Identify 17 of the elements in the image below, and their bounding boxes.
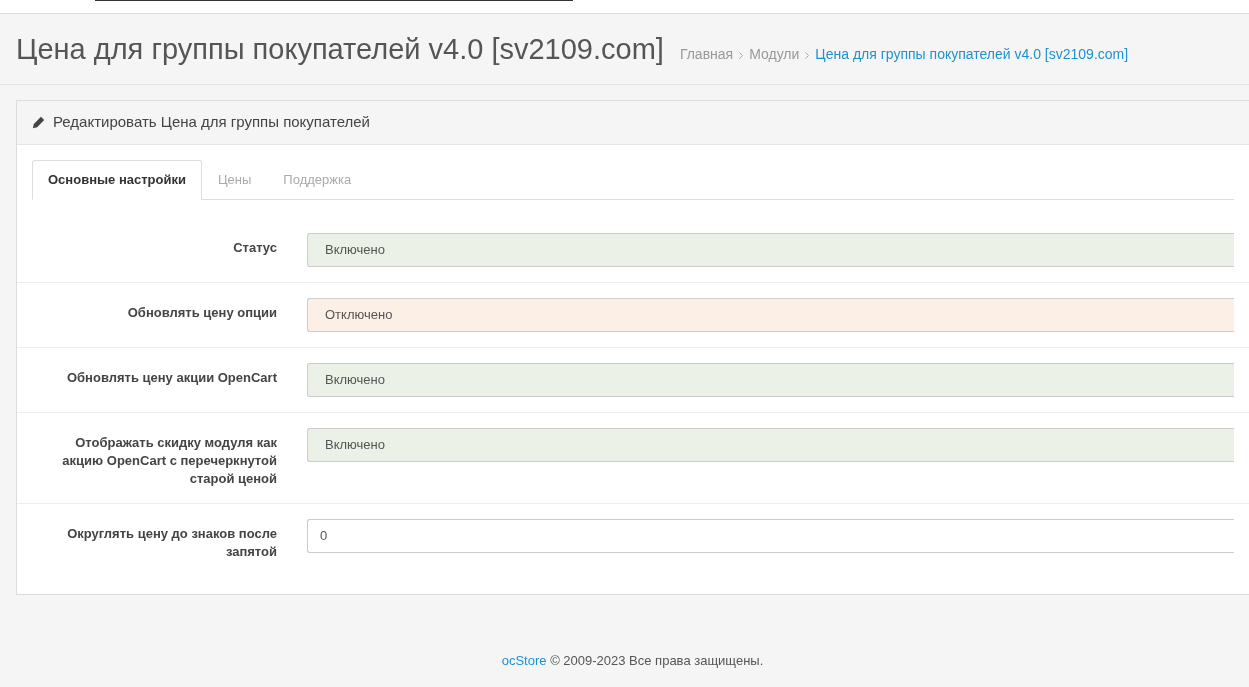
select-field[interactable]: Включено [307,362,1234,397]
tab[interactable]: Основные настройки [32,159,202,200]
chevron-icon [805,52,810,59]
chevron-icon [739,52,744,59]
input-field[interactable]: 0 [307,518,1234,553]
field-label: Отображать скидку модуля как акцию OpenCart с перечеркнутой старой ценой [61,433,278,488]
select-field[interactable]: Включено [307,232,1234,267]
page-title: Цена для группы покупателей v4.0 [sv2109.com] [16,32,664,67]
select-field[interactable]: Отключено [307,297,1234,332]
footer-text: ocStore © 2009-2023 Все права защищены. [500,651,765,670]
field-label: Обновлять цену акции OpenCart [65,368,278,387]
field-label: Статус [232,238,278,257]
panel-title: Редактировать Цена для группы покупателей [53,111,370,132]
select-field[interactable]: Включено [307,427,1234,462]
pencil-icon [32,115,45,129]
field-label: Обновлять цену опции [126,303,278,322]
field-label: Округлять цену до знаков после запятой [66,524,278,561]
